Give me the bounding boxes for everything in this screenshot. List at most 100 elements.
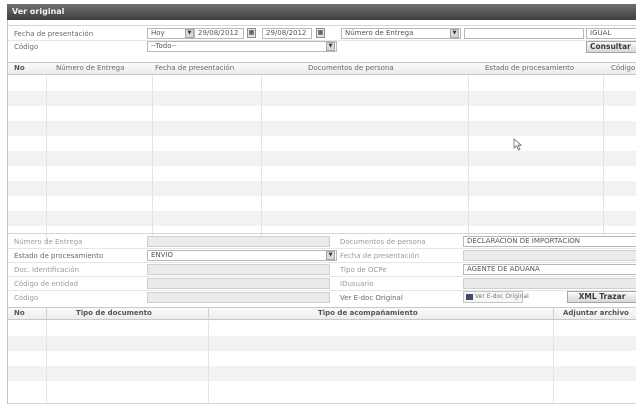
table-row[interactable] [8, 151, 636, 166]
document-icon [466, 294, 473, 300]
column-divider [46, 321, 47, 403]
numero-entrega-label: Número de Entrega [14, 238, 83, 246]
table-row[interactable] [8, 121, 636, 136]
column-divider [603, 76, 604, 244]
operator-value: IGUAL [590, 29, 612, 37]
column-divider [553, 321, 554, 403]
documentos-persona-field: DECLARACION DE IMPORTACION [463, 236, 636, 247]
detail-divider [8, 290, 636, 291]
att-col-tipo-documento: Tipo de documento [76, 309, 152, 317]
fecha-presentacion-label: Fecha de presentación [14, 30, 94, 38]
ver-edoc-label: Ver E-doc Original [340, 294, 403, 302]
filter-top-border [8, 25, 636, 26]
ver-edoc-button[interactable]: Ver E-doc Original [463, 291, 529, 303]
column-divider [46, 307, 47, 320]
date-from-input[interactable]: 29/08/2012 [194, 28, 244, 39]
estado-procesamiento-select[interactable]: ENVIO [147, 250, 337, 261]
search-text-input[interactable] [464, 28, 584, 39]
consultar-label: Consultar [590, 42, 631, 51]
att-col-adjuntar-archivo: Adjuntar archivo [563, 309, 629, 317]
att-col-no: No [14, 309, 25, 317]
codigo-entidad-label: Código de entidad [14, 280, 79, 288]
codigo-detail-field [147, 292, 330, 303]
table-row[interactable] [8, 76, 636, 91]
codigo-select-value: --Todo-- [151, 42, 177, 50]
consultar-button[interactable]: Consultar [586, 41, 636, 53]
ver-edoc-button-label: Ver E-doc Original [475, 293, 529, 300]
table-row[interactable] [8, 91, 636, 106]
estado-procesamiento-value: ENVIO [151, 251, 174, 259]
col-estado-procesamiento: Estado de procesamiento [485, 64, 575, 72]
col-numero-entrega: Número de Entrega [56, 64, 125, 72]
codigo-entidad-field [147, 278, 330, 289]
codigo-filter-label: Código [14, 43, 39, 51]
table-row[interactable] [8, 336, 636, 351]
column-divider [468, 76, 469, 244]
calendar-from-icon[interactable]: ▦ [247, 28, 256, 38]
fecha-presentacion-detail-label: Fecha de presentación [340, 252, 420, 260]
attachments-table-body [8, 321, 636, 403]
estado-procesamiento-label: Estado de procesamiento [14, 252, 104, 260]
idusuario-label: IDusuario [340, 280, 374, 288]
panel-bottom-border [8, 403, 636, 404]
documentos-persona-value: DECLARACION DE IMPORTACION [467, 237, 581, 245]
search-field-dropdown-icon[interactable]: ▼ [450, 29, 459, 38]
col-codigo: Código [611, 64, 636, 72]
numero-entrega-field [147, 236, 330, 247]
column-divider [208, 307, 209, 320]
table-row[interactable] [8, 211, 636, 226]
estado-dropdown-icon[interactable]: ▼ [326, 251, 335, 260]
detail-top-border [8, 233, 636, 234]
col-documentos-persona: Documentos de persona [308, 64, 394, 72]
column-divider [553, 307, 554, 320]
codigo-select[interactable]: --Todo-- [147, 41, 337, 52]
attachments-table-header: No Tipo de documento Tipo de acompañamie… [8, 307, 636, 320]
calendar-to-icon[interactable]: ▦ [316, 28, 325, 38]
documentos-persona-label: Documentos de persona [340, 238, 426, 246]
table-row[interactable] [8, 351, 636, 366]
col-fecha-presentacion: Fecha de presentación [155, 64, 235, 72]
detail-divider [8, 276, 636, 277]
date-to-value: 29/08/2012 [266, 29, 307, 37]
window-title: Ver original [12, 7, 65, 16]
column-divider [152, 76, 153, 244]
detail-divider [8, 248, 636, 249]
results-table-body [8, 76, 636, 244]
xml-trazar-label: XML Trazar [578, 292, 626, 301]
codigo-detail-label: Código [14, 294, 39, 302]
xml-trazar-button[interactable]: XML Trazar [567, 291, 636, 303]
fecha-presentacion-field [463, 250, 636, 261]
window-title-bar: Ver original [7, 4, 636, 20]
doc-identificacion-label: Doc. Identificación [14, 266, 79, 274]
col-no: No [14, 64, 25, 72]
table-row[interactable] [8, 321, 636, 336]
date-to-input[interactable]: 29/08/2012 [262, 28, 312, 39]
date-from-value: 29/08/2012 [198, 29, 239, 37]
results-table-header: No Número de Entrega Fecha de presentaci… [8, 62, 636, 75]
tipo-ocpe-label: Tipo de OCPe [340, 266, 387, 274]
detail-divider [8, 262, 636, 263]
table-row[interactable] [8, 136, 636, 151]
search-field-select[interactable]: Número de Entrega [341, 28, 461, 39]
doc-identificacion-field [147, 264, 330, 275]
period-dropdown-icon[interactable]: ▼ [185, 29, 194, 38]
tipo-ocpe-field: AGENTE DE ADUANA [463, 264, 636, 275]
codigo-dropdown-icon[interactable]: ▼ [326, 42, 335, 51]
table-row[interactable] [8, 381, 636, 396]
att-col-tipo-acompanamiento: Tipo de acompañamiento [318, 309, 418, 317]
table-row[interactable] [8, 181, 636, 196]
mouse-cursor-icon [513, 138, 522, 151]
column-divider [46, 76, 47, 244]
column-divider [208, 321, 209, 403]
tipo-ocpe-value: AGENTE DE ADUANA [467, 265, 540, 273]
period-value: Hoy [151, 29, 165, 37]
idusuario-field [463, 278, 636, 289]
table-row[interactable] [8, 196, 636, 211]
search-field-value: Número de Entrega [345, 29, 414, 37]
table-row[interactable] [8, 166, 636, 181]
operator-select[interactable]: IGUAL [586, 28, 636, 39]
table-row[interactable] [8, 366, 636, 381]
main-panel: Fecha de presentación Hoy ▼ 29/08/2012 ▦… [7, 20, 636, 404]
table-row[interactable] [8, 106, 636, 121]
column-divider [261, 76, 262, 244]
